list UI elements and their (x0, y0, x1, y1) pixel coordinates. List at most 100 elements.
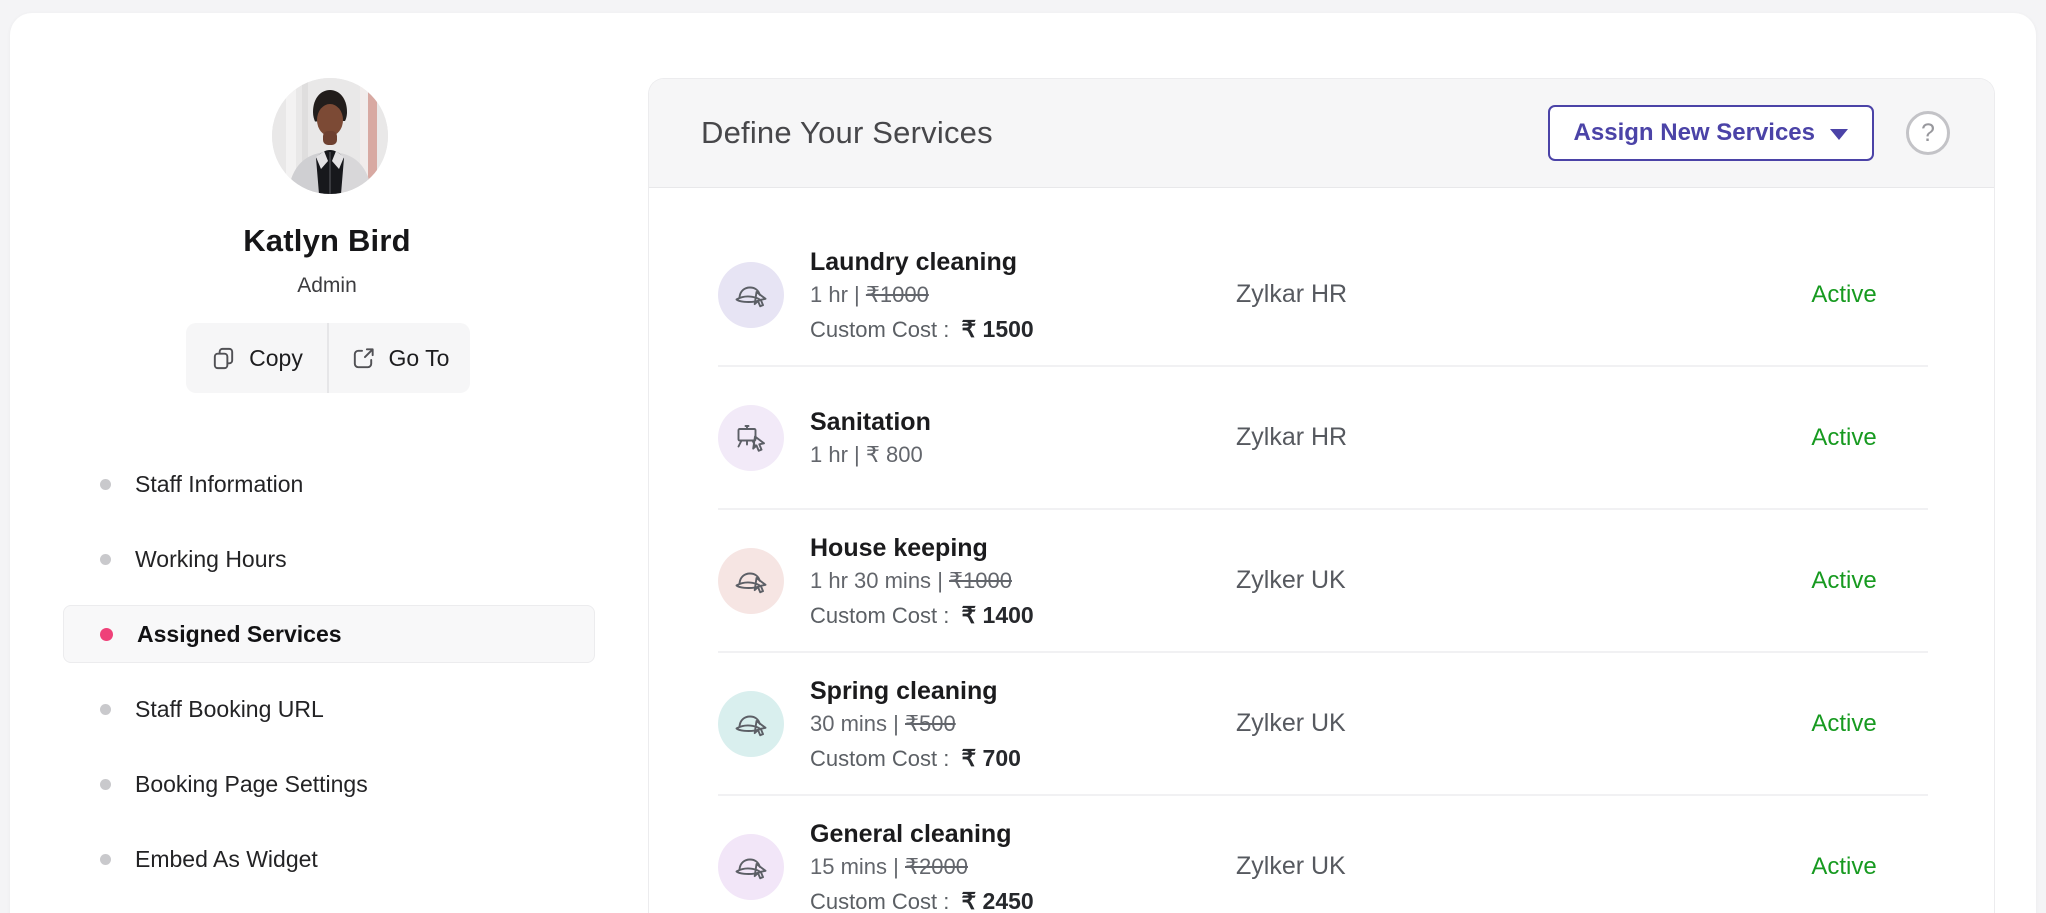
sidebar-item-label: Embed As Widget (135, 846, 318, 873)
service-cap-icon (718, 691, 784, 757)
profile-nav: Staff Information Working Hours Assigned… (63, 455, 595, 905)
service-original-price: ₹1000 (949, 568, 1012, 593)
copy-button-label: Copy (249, 345, 303, 372)
profile-actions: Copy Go To (186, 323, 470, 393)
sidebar-item-label: Assigned Services (137, 621, 342, 648)
custom-cost-label: Custom Cost : (810, 603, 949, 628)
bullet-icon (100, 479, 111, 490)
bullet-icon (100, 704, 111, 715)
service-cap-icon (718, 834, 784, 900)
service-duration-price: 15 mins | ₹2000 (810, 854, 1236, 880)
custom-cost-value: ₹ 1400 (962, 602, 1034, 628)
service-duration: 30 mins (810, 711, 887, 736)
assign-new-services-button[interactable]: Assign New Services (1548, 105, 1874, 161)
sidebar-item-embed-as-widget[interactable]: Embed As Widget (63, 830, 595, 888)
service-original-price: ₹500 (905, 711, 956, 736)
service-custom-cost: Custom Cost : ₹ 1400 (810, 602, 1236, 629)
copy-icon (210, 345, 237, 372)
service-name: Spring cleaning (810, 676, 1236, 706)
sidebar-item-label: Booking Page Settings (135, 771, 368, 798)
goto-button-label: Go To (389, 345, 450, 372)
service-name: Laundry cleaning (810, 247, 1236, 277)
service-cap-icon (718, 548, 784, 614)
service-workspace: Zylkar HR (1236, 423, 1694, 452)
bullet-icon (100, 779, 111, 790)
meta-divider: | (893, 854, 899, 879)
sidebar-item-staff-booking-url[interactable]: Staff Booking URL (63, 680, 595, 738)
service-price: ₹ 800 (866, 442, 923, 467)
service-duration: 1 hr (810, 282, 848, 307)
bullet-icon (100, 554, 111, 565)
custom-cost-value: ₹ 1500 (962, 316, 1034, 342)
sidebar-item-working-hours[interactable]: Working Hours (63, 530, 595, 588)
staff-profile-card: Katlyn Bird Admin Copy (10, 13, 2036, 913)
service-workspace: Zylker UK (1236, 709, 1694, 738)
service-cap-icon (718, 262, 784, 328)
page-title: Define Your Services (701, 115, 993, 151)
help-button[interactable]: ? (1906, 111, 1950, 155)
page-background: Katlyn Bird Admin Copy (0, 0, 2046, 913)
meta-divider: | (854, 442, 860, 467)
service-row-general-cleaning[interactable]: General cleaning 15 mins | ₹2000 Custom … (649, 796, 1994, 913)
profile-name: Katlyn Bird (10, 223, 644, 259)
service-duration: 1 hr (810, 442, 848, 467)
service-name: House keeping (810, 533, 1236, 563)
chevron-down-icon (1830, 129, 1848, 140)
service-row-laundry-cleaning[interactable]: Laundry cleaning 1 hr | ₹1000 Custom Cos… (649, 224, 1994, 365)
assign-new-services-label: Assign New Services (1574, 119, 1815, 147)
status-badge: Active (1694, 424, 1994, 452)
services-list: Laundry cleaning 1 hr | ₹1000 Custom Cos… (649, 188, 1994, 913)
active-bullet-icon (100, 628, 113, 641)
services-panel: Define Your Services Assign New Services… (648, 78, 1995, 913)
sidebar-item-label: Working Hours (135, 546, 287, 573)
status-badge: Active (1694, 710, 1994, 738)
status-badge: Active (1694, 567, 1994, 595)
service-row-spring-cleaning[interactable]: Spring cleaning 30 mins | ₹500 Custom Co… (649, 653, 1994, 794)
service-duration-price: 30 mins | ₹500 (810, 711, 1236, 737)
service-workspace: Zylker UK (1236, 566, 1694, 595)
avatar (272, 78, 388, 194)
avatar-illustration (272, 78, 388, 194)
service-custom-cost: Custom Cost : ₹ 1500 (810, 316, 1236, 343)
question-mark-icon: ? (1921, 119, 1935, 148)
sidebar-item-label: Staff Information (135, 471, 303, 498)
custom-cost-label: Custom Cost : (810, 889, 949, 913)
custom-cost-value: ₹ 700 (962, 745, 1021, 771)
status-badge: Active (1694, 853, 1994, 881)
header-actions: Assign New Services ? (1548, 105, 1950, 161)
service-name: Sanitation (810, 407, 1236, 437)
meta-divider: | (893, 711, 899, 736)
profile-role: Admin (10, 274, 644, 298)
meta-divider: | (854, 282, 860, 307)
profile-sidebar: Katlyn Bird Admin Copy (10, 13, 644, 913)
service-custom-cost: Custom Cost : ₹ 2450 (810, 888, 1236, 913)
sidebar-item-booking-page-settings[interactable]: Booking Page Settings (63, 755, 595, 813)
goto-button[interactable]: Go To (329, 323, 470, 393)
service-original-price: ₹1000 (866, 282, 929, 307)
service-workspace: Zylkar HR (1236, 280, 1694, 309)
service-duration: 1 hr 30 mins (810, 568, 931, 593)
custom-cost-value: ₹ 2450 (962, 888, 1034, 913)
service-row-house-keeping[interactable]: House keeping 1 hr 30 mins | ₹1000 Custo… (649, 510, 1994, 651)
service-original-price: ₹2000 (905, 854, 968, 879)
custom-cost-label: Custom Cost : (810, 317, 949, 342)
service-easel-icon (718, 405, 784, 471)
services-panel-header: Define Your Services Assign New Services… (649, 79, 1994, 188)
service-workspace: Zylker UK (1236, 852, 1694, 881)
service-duration-price: 1 hr | ₹ 800 (810, 442, 1236, 468)
sidebar-item-assigned-services[interactable]: Assigned Services (63, 605, 595, 663)
copy-button[interactable]: Copy (186, 323, 327, 393)
service-row-sanitation[interactable]: Sanitation 1 hr | ₹ 800 Zylkar HR Active (649, 367, 1994, 508)
service-custom-cost: Custom Cost : ₹ 700 (810, 745, 1236, 772)
service-name: General cleaning (810, 819, 1236, 849)
bullet-icon (100, 854, 111, 865)
service-duration: 15 mins (810, 854, 887, 879)
service-duration-price: 1 hr | ₹1000 (810, 282, 1236, 308)
external-link-icon (350, 345, 377, 372)
meta-divider: | (937, 568, 943, 593)
custom-cost-label: Custom Cost : (810, 746, 949, 771)
sidebar-item-label: Staff Booking URL (135, 696, 324, 723)
sidebar-item-staff-information[interactable]: Staff Information (63, 455, 595, 513)
service-duration-price: 1 hr 30 mins | ₹1000 (810, 568, 1236, 594)
status-badge: Active (1694, 281, 1994, 309)
